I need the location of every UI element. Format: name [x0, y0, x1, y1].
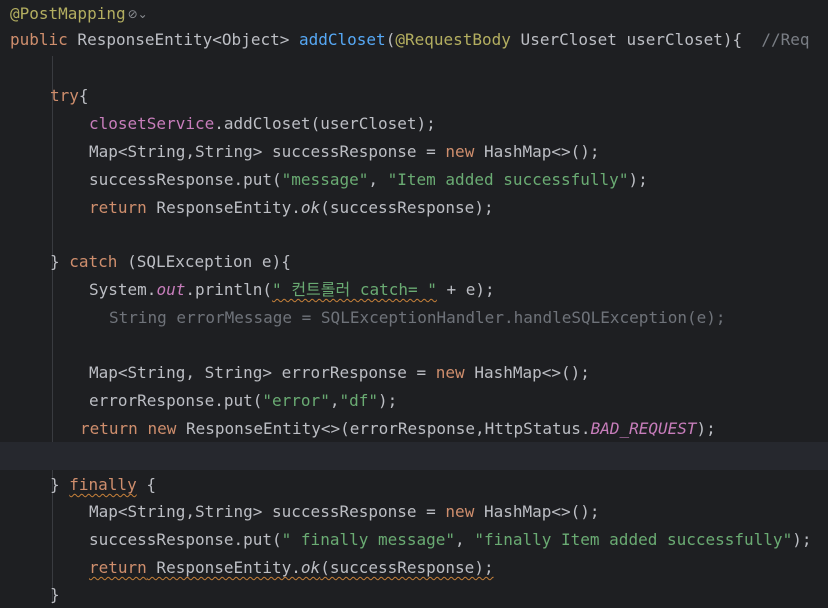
code-text: .addCloset(userCloset); [214, 114, 436, 133]
code-text: System. [89, 280, 157, 299]
code-text: successResponse.put( [89, 170, 282, 189]
code-line-15[interactable]: errorResponse.put("error","df"); [89, 387, 828, 415]
code-text: (successResponse); [320, 198, 494, 217]
code-line-8[interactable]: return ResponseEntity.ok(successResponse… [89, 194, 828, 222]
code-text: HashMap<>(); [474, 142, 600, 161]
string-literal: " finally message" [281, 530, 456, 549]
brace: } [50, 585, 60, 604]
method-ok: ok [300, 198, 321, 217]
code-line-10[interactable]: } catch (SQLException e){ [50, 248, 828, 276]
code-text: Map<String,String> successResponse = [89, 502, 446, 521]
code-text: .println( [185, 280, 273, 299]
code-line-2[interactable]: public ResponseEntity<Object> addCloset(… [10, 26, 828, 54]
code-text: errorResponse.put( [89, 391, 263, 410]
keyword-return: return [89, 558, 147, 577]
code-text: ResponseEntity<>(errorResponse,HttpStatu… [176, 419, 591, 438]
string-literal: "error" [262, 391, 330, 410]
method-name: addCloset [298, 30, 386, 49]
field-out: out [156, 280, 186, 299]
current-line-highlight[interactable] [0, 442, 828, 470]
keyword-new: new [435, 363, 465, 382]
code-text: ); [792, 530, 812, 549]
code-text: successResponse.put( [89, 530, 282, 549]
return-type: ResponseEntity<Object> [67, 30, 299, 49]
string-literal: " 컨트롤러 catch= " [272, 280, 437, 299]
keyword-return: return [80, 419, 138, 438]
code-line-14[interactable]: Map<String, String> errorResponse = new … [89, 359, 828, 387]
brace: } [50, 252, 70, 271]
code-line-20[interactable]: successResponse.put(" finally message", … [89, 526, 828, 554]
code-text: (SQLException e){ [117, 252, 291, 271]
code-line-1[interactable]: @PostMapping ⊘⌄ [10, 0, 828, 28]
code-text: HashMap<>(); [464, 363, 590, 382]
code-line-11[interactable]: System.out.println(" 컨트롤러 catch= " + e); [89, 276, 828, 304]
code-line-4[interactable]: try{ [50, 82, 828, 110]
code-text: (successResponse); [320, 558, 494, 577]
code-line-12[interactable]: String errorMessage = SQLExceptionHandle… [109, 304, 828, 332]
method-params: UserCloset userCloset){ [510, 30, 762, 49]
annotation-postmapping: @PostMapping [10, 4, 126, 23]
string-literal: "message" [281, 170, 369, 189]
code-line-5[interactable]: closetService.addCloset(userCloset); [89, 110, 828, 138]
keyword-return: return [89, 198, 147, 217]
keyword-catch: catch [69, 252, 118, 271]
keyword-new: new [147, 419, 177, 438]
code-line-16[interactable]: return new ResponseEntity<>(errorRespons… [80, 415, 828, 443]
string-literal: "df" [339, 391, 378, 410]
brace: } [50, 475, 70, 494]
code-editor[interactable]: @PostMapping ⊘⌄ public ResponseEntity<Obj… [0, 0, 828, 608]
code-text: ResponseEntity. [146, 558, 301, 577]
paren-open: ( [385, 30, 396, 49]
brace: { [78, 86, 89, 105]
field-bad-request: BAD_REQUEST [590, 419, 697, 438]
code-text: Map<String,String> successResponse = [89, 142, 446, 161]
code-line-22[interactable]: } [50, 581, 828, 608]
indent-guide [52, 56, 53, 604]
keyword-try: try [50, 86, 79, 105]
string-literal: "Item added successfully" [387, 170, 629, 189]
keyword-new: new [445, 142, 475, 161]
line-comment: //Req [761, 30, 810, 49]
code-line-21[interactable]: return ResponseEntity.ok(successResponse… [89, 554, 828, 582]
code-text: Map<String, String> errorResponse = [89, 363, 436, 382]
code-text: , [368, 170, 388, 189]
code-text: + e); [436, 280, 495, 299]
endpoint-inlay-icon[interactable]: ⊘⌄ [128, 1, 148, 29]
keyword-new: new [445, 502, 475, 521]
field-closetservice: closetService [89, 114, 215, 133]
code-text: ResponseEntity. [146, 198, 301, 217]
code-text: { [136, 475, 156, 494]
code-text: , [455, 530, 475, 549]
keyword-public: public [10, 30, 68, 49]
code-text: ); [378, 391, 398, 410]
keyword-finally: finally [69, 475, 137, 494]
string-literal: "finally Item added successfully" [474, 530, 793, 549]
code-line-19[interactable]: Map<String,String> successResponse = new… [89, 498, 828, 526]
code-text: ); [628, 170, 648, 189]
code-line-7[interactable]: successResponse.put("message", "Item add… [89, 166, 828, 194]
code-text: ); [696, 419, 716, 438]
code-line-6[interactable]: Map<String,String> successResponse = new… [89, 138, 828, 166]
method-ok: ok [300, 558, 321, 577]
annotation-requestbody: @RequestBody [395, 30, 511, 49]
code-line-18[interactable]: } finally { [50, 471, 828, 499]
unreachable-code: String errorMessage = SQLExceptionHandle… [109, 308, 726, 327]
code-text: HashMap<>(); [474, 502, 600, 521]
